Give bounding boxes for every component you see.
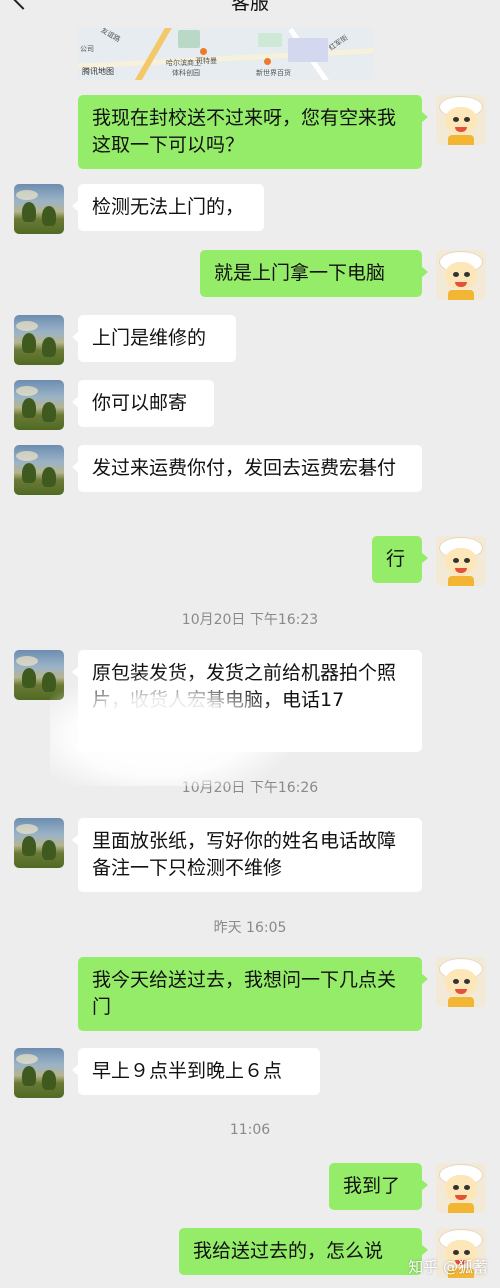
avatar-self[interactable] (436, 536, 486, 586)
avatar-agent[interactable] (14, 315, 64, 365)
avatar-self[interactable] (436, 95, 486, 145)
avatar-tree (22, 333, 36, 353)
message-bubble-self[interactable]: 我到了 (329, 1163, 428, 1210)
avatar-tree (42, 206, 56, 226)
sheep-eye (464, 1250, 470, 1255)
map-label: 友谊路 (99, 28, 122, 44)
message-bubble-agent[interactable]: 上门是维修的 (72, 315, 236, 362)
avatar-tree (22, 836, 36, 856)
chat-title: 客服 (230, 0, 269, 14)
avatar-sun (16, 190, 38, 200)
avatar-tree (42, 672, 56, 692)
map-label: 新世界百货 (256, 69, 291, 77)
message-bubble-agent[interactable]: 里面放张纸，写好你的姓名电话故障备注一下只检测不维修 (72, 818, 422, 892)
sheep-body (448, 997, 474, 1007)
avatar-agent[interactable] (14, 818, 64, 868)
avatar-sun (16, 451, 38, 461)
map-block (258, 33, 282, 47)
message-bubble-self[interactable]: 我给送过去的，怎么说 (179, 1228, 428, 1275)
sheep-eye (453, 117, 459, 122)
chat-header: 客服 ••• (0, 0, 500, 14)
avatar-tree (42, 337, 56, 357)
map-label: 公司 (80, 45, 94, 53)
message-bubble-self[interactable]: 就是上门拿一下电脑 (200, 250, 428, 297)
timestamp: 10月20日 下午16:26 (181, 780, 319, 796)
map-label: 体科创园 (172, 69, 200, 77)
sheep-eye (464, 979, 470, 984)
sheep-body (448, 1203, 474, 1213)
zhihu-watermark: 知乎 @狐蓄 (408, 1258, 488, 1276)
more-dots-icon[interactable]: ••• (436, 0, 478, 11)
avatar-agent[interactable] (14, 650, 64, 700)
avatar-self[interactable] (436, 1163, 486, 1213)
sheep-eye (464, 272, 470, 277)
sheep-eye (453, 979, 459, 984)
timestamp: 10月20日 下午16:23 (181, 612, 319, 628)
avatar-sun (16, 321, 38, 331)
avatar-agent[interactable] (14, 1048, 64, 1098)
avatar-sun (16, 656, 38, 666)
sheep-eye (453, 558, 459, 563)
sheep-eye (453, 1250, 459, 1255)
sheep-eye (464, 1185, 470, 1190)
map-pin-icon (264, 58, 271, 65)
avatar-tree (22, 398, 36, 418)
avatar-self[interactable] (436, 957, 486, 1007)
avatar-tree (22, 463, 36, 483)
message-bubble-self[interactable]: 行 (372, 536, 428, 583)
map-pin-icon (200, 48, 207, 55)
avatar-agent[interactable] (14, 184, 64, 234)
timestamp: 11:06 (229, 1122, 271, 1138)
message-bubble-self[interactable]: 我现在封校送不过来呀，您有空来我这取一下可以吗？ (78, 95, 428, 169)
avatar-sun (16, 824, 38, 834)
map-provider-logo: 腾讯地图 (82, 67, 114, 76)
message-bubble-agent[interactable]: 早上９点半到晚上６点 (72, 1048, 320, 1095)
avatar-sun (16, 1054, 38, 1064)
avatar-tree (22, 1066, 36, 1086)
message-bubble-agent[interactable]: 检测无法上门的， (72, 184, 264, 231)
sheep-body (448, 135, 474, 145)
map-label: 斑特曼 (196, 57, 217, 65)
avatar-agent[interactable] (14, 445, 64, 495)
map-road (78, 48, 374, 69)
timestamp: 昨天 16:05 (213, 920, 287, 936)
sheep-body (448, 576, 474, 586)
map-block (178, 30, 200, 48)
avatar-sun (16, 386, 38, 396)
sheep-eye (453, 1185, 459, 1190)
avatar-tree (22, 202, 36, 222)
message-bubble-agent[interactable]: 发过来运费你付，发回去运费宏碁付 (72, 445, 422, 492)
sheep-eye (453, 272, 459, 277)
sheep-body (448, 290, 474, 300)
map-block (288, 38, 328, 62)
avatar-tree (42, 1070, 56, 1090)
avatar-tree (42, 467, 56, 487)
message-bubble-self[interactable]: 我今天给送过去，我想问一下几点关门 (78, 957, 428, 1031)
sheep-eye (464, 117, 470, 122)
avatar-tree (42, 402, 56, 422)
location-map-card[interactable]: 公司 友谊路 哈尔滨商工 体科创园 斑特曼 新世界百货 红军街 腾讯地图 (78, 28, 374, 80)
avatar-self[interactable] (436, 250, 486, 300)
avatar-tree (22, 668, 36, 688)
message-bubble-agent[interactable]: 原包装发货，发货之前给机器拍个照片，收货人宏碁电脑，电话17 (72, 650, 422, 752)
map-road (128, 28, 174, 80)
avatar-agent[interactable] (14, 380, 64, 430)
sheep-eye (464, 558, 470, 563)
message-bubble-agent[interactable]: 你可以邮寄 (72, 380, 214, 427)
avatar-tree (42, 840, 56, 860)
